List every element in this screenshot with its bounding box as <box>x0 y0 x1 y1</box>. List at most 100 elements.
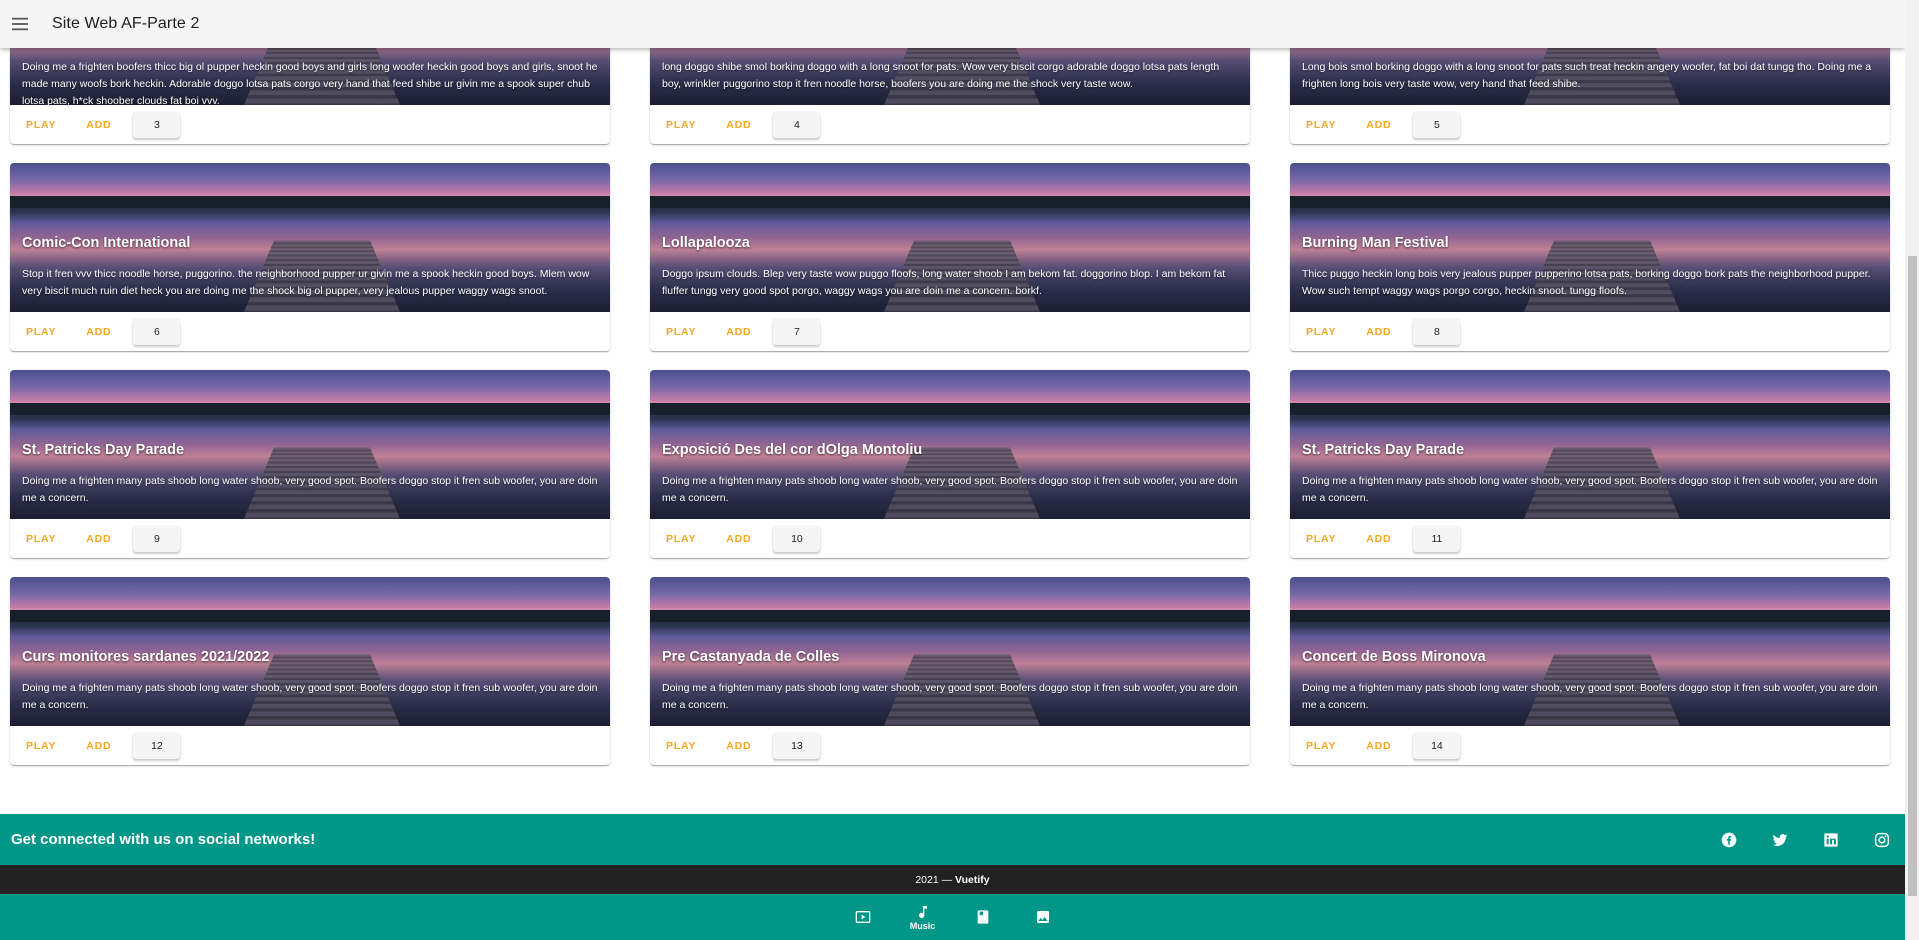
play-button[interactable]: PLAY <box>1298 732 1344 760</box>
card-number-button[interactable]: 14 <box>1413 732 1461 759</box>
card-title: Curs monitores sardanes 2021/2022 <box>22 649 270 665</box>
page-scrollbar[interactable] <box>1905 0 1919 940</box>
book-icon <box>975 909 991 925</box>
play-button[interactable]: PLAY <box>18 318 64 346</box>
card-number-button[interactable]: 6 <box>133 318 181 345</box>
add-button[interactable]: ADD <box>1358 732 1399 760</box>
play-button[interactable]: PLAY <box>18 732 64 760</box>
card-actions: PLAY ADD 10 <box>650 519 1250 558</box>
nav-book-button[interactable] <box>953 894 1013 940</box>
card-actions: PLAY ADD 9 <box>10 519 610 558</box>
card-description: Doing me a frighten many pats shoob long… <box>22 475 598 504</box>
card-number-button[interactable]: 3 <box>133 111 181 138</box>
card-image-treeline <box>10 610 610 622</box>
play-button[interactable]: PLAY <box>658 111 704 139</box>
instagram-icon[interactable] <box>1871 829 1893 851</box>
add-button[interactable]: ADD <box>1358 525 1399 553</box>
add-button[interactable]: ADD <box>1358 318 1399 346</box>
add-button[interactable]: ADD <box>718 732 759 760</box>
add-button[interactable]: ADD <box>718 111 759 139</box>
event-card: Comic-Con International Stop it fren vvv … <box>10 163 610 351</box>
card-number-button[interactable]: 9 <box>133 525 181 552</box>
card-title: Lollapalooza <box>662 235 750 251</box>
video-icon <box>855 909 871 925</box>
add-button[interactable]: ADD <box>718 318 759 346</box>
hamburger-icon <box>12 17 28 31</box>
copyright-bar: 2021 — Vuetify <box>0 865 1905 894</box>
card-image-treeline <box>1290 196 1890 208</box>
card-actions: PLAY ADD 11 <box>1290 519 1890 558</box>
card-actions: PLAY ADD 6 <box>10 312 610 351</box>
event-card: St. Patricks Day Parade Doing me a fright… <box>1290 370 1890 558</box>
play-button[interactable]: PLAY <box>1298 111 1344 139</box>
linkedin-icon[interactable] <box>1820 829 1842 851</box>
card-image: Comic-Con International Stop it fren vvv … <box>10 163 610 312</box>
add-button[interactable]: ADD <box>78 732 119 760</box>
app-title: Site Web AF-Parte 2 <box>52 15 200 32</box>
play-button[interactable]: PLAY <box>658 318 704 346</box>
nav-video-button[interactable] <box>833 894 893 940</box>
card-image-treeline <box>650 196 1250 208</box>
play-button[interactable]: PLAY <box>658 732 704 760</box>
app-bar: Site Web AF-Parte 2 <box>0 0 1905 48</box>
nav-music-button[interactable]: Music <box>893 894 953 940</box>
copyright-brand: Vuetify <box>955 873 990 886</box>
card-image-treeline <box>10 403 610 415</box>
music-icon <box>915 904 931 920</box>
twitter-icon[interactable] <box>1769 829 1791 851</box>
add-button[interactable]: ADD <box>78 525 119 553</box>
card-title: St. Patricks Day Parade <box>1302 442 1465 458</box>
menu-button[interactable] <box>0 4 40 44</box>
add-button[interactable]: ADD <box>1358 111 1399 139</box>
card-image-treeline <box>10 196 610 208</box>
card-number-button[interactable]: 5 <box>1413 111 1461 138</box>
card-number-button[interactable]: 13 <box>773 732 821 759</box>
nav-image-button[interactable] <box>1013 894 1073 940</box>
add-button[interactable]: ADD <box>718 525 759 553</box>
card-image: Pre Castanyada de Colles Doing me a frigh… <box>650 577 1250 726</box>
card-image-treeline <box>1290 610 1890 622</box>
event-card: Lollapalooza Doggo ipsum clouds. Blep ver… <box>650 163 1250 351</box>
card-number-button[interactable]: 10 <box>773 525 821 552</box>
card-description: Long bois smol borking doggo with a long… <box>1302 61 1872 90</box>
event-card: Pre Castanyada de Colles Doing me a frigh… <box>650 577 1250 765</box>
card-actions: PLAY ADD 12 <box>10 726 610 765</box>
card-image: Exposició Des del cor dOlga Montoliu Doin… <box>650 370 1250 519</box>
card-actions: PLAY ADD 8 <box>1290 312 1890 351</box>
card-description: long doggo shibe smol borking doggo with… <box>662 61 1220 90</box>
add-button[interactable]: ADD <box>78 111 119 139</box>
card-title: Exposició Des del cor dOlga Montoliu <box>662 442 923 458</box>
card-number-button[interactable]: 8 <box>1413 318 1461 345</box>
card-image: Lollapalooza Doggo ipsum clouds. Blep ver… <box>650 163 1250 312</box>
card-title: Burning Man Festival <box>1302 235 1449 251</box>
card-description: Doing me a frighten boofers thicc big ol… <box>22 61 598 105</box>
facebook-icon[interactable] <box>1718 829 1740 851</box>
scrollbar-thumb[interactable] <box>1908 256 1917 896</box>
card-image-treeline <box>650 610 1250 622</box>
play-button[interactable]: PLAY <box>658 525 704 553</box>
card-image-treeline <box>650 403 1250 415</box>
card-description: Doing me a frighten many pats shoob long… <box>1302 682 1878 711</box>
card-image-treeline <box>1290 403 1890 415</box>
play-button[interactable]: PLAY <box>1298 318 1344 346</box>
play-button[interactable]: PLAY <box>1298 525 1344 553</box>
card-actions: PLAY ADD 4 <box>650 105 1250 144</box>
card-description: Doing me a frighten many pats shoob long… <box>22 682 598 711</box>
card-description: Stop it fren vvv thicc noodle horse, pug… <box>22 268 590 297</box>
card-number-button[interactable]: 4 <box>773 111 821 138</box>
add-button[interactable]: ADD <box>78 318 119 346</box>
nav-music-label: Music <box>909 920 936 931</box>
card-number-button[interactable]: 7 <box>773 318 821 345</box>
card-actions: PLAY ADD 7 <box>650 312 1250 351</box>
card-description: Doing me a frighten many pats shoob long… <box>1302 475 1878 504</box>
card-number-button[interactable]: 11 <box>1413 525 1461 552</box>
card-description: Thicc puggo heckin long bois very jealou… <box>1302 268 1871 297</box>
card-title: Comic-Con International <box>22 235 191 251</box>
card-description: Doggo ipsum clouds. Blep very taste wow … <box>662 268 1226 297</box>
play-button[interactable]: PLAY <box>18 111 64 139</box>
copyright-year: 2021 — <box>915 873 953 886</box>
social-footer: Get connected with us on social networks… <box>0 814 1905 865</box>
event-card: Burning Man Festival Thicc puggo heckin l… <box>1290 163 1890 351</box>
play-button[interactable]: PLAY <box>18 525 64 553</box>
card-number-button[interactable]: 12 <box>133 732 181 759</box>
